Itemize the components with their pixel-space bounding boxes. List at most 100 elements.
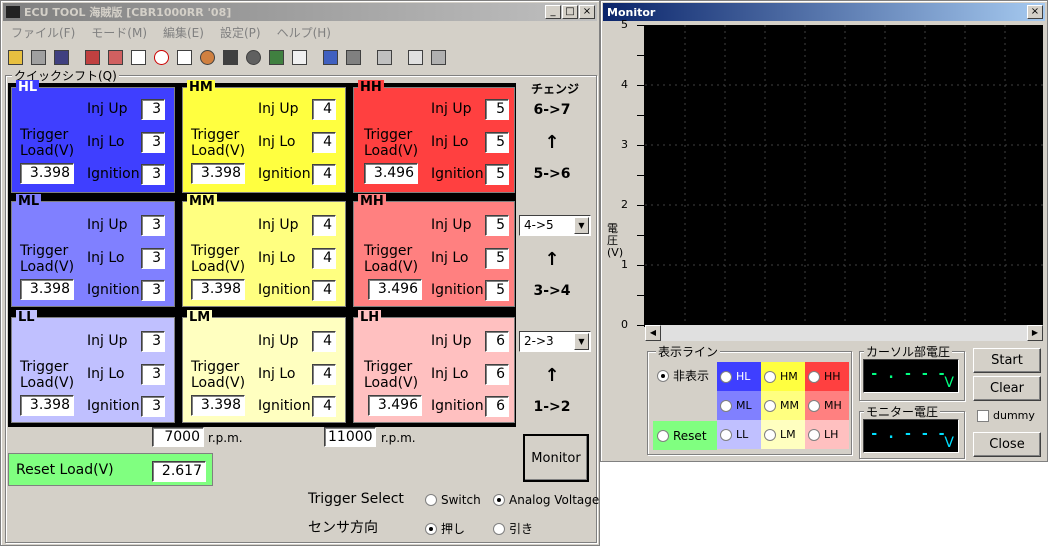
load-field[interactable]: 3.496: [364, 163, 418, 184]
doc-paste-icon[interactable]: [428, 47, 449, 68]
cell-ll: LL Inj Up 3 Trigger Load(V) Inj Lo 3 3.3…: [11, 310, 175, 423]
legend-lm[interactable]: LM: [761, 420, 805, 449]
scroll-left-icon[interactable]: ◀: [645, 325, 661, 341]
load-field[interactable]: 3.398: [20, 279, 74, 300]
inj-up-field[interactable]: 5: [485, 215, 509, 236]
chevron-down-icon[interactable]: ▼: [574, 217, 589, 234]
ignition-field[interactable]: 5: [485, 280, 509, 301]
inj-lo-field[interactable]: 6: [485, 364, 509, 385]
legend-mm[interactable]: MM: [761, 391, 805, 420]
legend-hl[interactable]: HL: [717, 362, 761, 391]
ignition-field[interactable]: 3: [141, 280, 165, 301]
rpm-low-unit: r.p.m.: [208, 431, 243, 445]
inj-lo-field[interactable]: 4: [312, 248, 336, 269]
copy-left-icon[interactable]: [320, 47, 341, 68]
load-field[interactable]: 3.398: [191, 163, 245, 184]
legend-hh[interactable]: HH: [805, 362, 849, 391]
limit-60-icon[interactable]: [151, 47, 172, 68]
close-monitor-label: Close: [989, 437, 1025, 452]
inj-lo-field[interactable]: 5: [485, 248, 509, 269]
ignition-field[interactable]: 5: [485, 164, 509, 185]
load-field[interactable]: 3.398: [191, 279, 245, 300]
legend-ml[interactable]: ML: [717, 391, 761, 420]
menu-edit[interactable]: 編集(E): [155, 24, 212, 41]
inj-up-field[interactable]: 5: [485, 99, 509, 120]
load-field[interactable]: 3.398: [20, 395, 74, 416]
inj-lo-field[interactable]: 3: [141, 132, 165, 153]
inj-up-field[interactable]: 4: [312, 331, 336, 352]
legend-hm[interactable]: HM: [761, 362, 805, 391]
maximize-button[interactable]: □: [562, 5, 578, 19]
ignition-field[interactable]: 3: [141, 164, 165, 185]
rpm-low-field[interactable]: 7000: [152, 427, 204, 447]
load-field[interactable]: 3.496: [368, 279, 422, 300]
inj-up-field[interactable]: 4: [312, 99, 336, 120]
ignition-field[interactable]: 4: [312, 396, 336, 417]
wedge-icon[interactable]: [220, 47, 241, 68]
clear-button[interactable]: Clear: [973, 376, 1041, 401]
open-icon[interactable]: [5, 47, 26, 68]
start-button[interactable]: Start: [973, 348, 1041, 373]
curve-icon[interactable]: [174, 47, 195, 68]
step-icon[interactable]: [128, 47, 149, 68]
menu-mode[interactable]: モード(M): [83, 24, 155, 41]
inj-up-field[interactable]: 3: [141, 215, 165, 236]
close-button[interactable]: ×: [1027, 5, 1043, 19]
pencil-icon[interactable]: [105, 47, 126, 68]
inj-up-field[interactable]: 6: [485, 331, 509, 352]
plot-scrollbar[interactable]: ◀ ▶: [645, 325, 1043, 341]
ignition-field[interactable]: 4: [312, 164, 336, 185]
reset-radio[interactable]: Reset: [657, 429, 707, 443]
trigger-switch-radio[interactable]: Switch: [425, 493, 481, 507]
dummy-checkbox[interactable]: dummy: [977, 409, 1035, 422]
inj-lo-field[interactable]: 4: [312, 364, 336, 385]
ignition-field[interactable]: 4: [312, 280, 336, 301]
inj-lo-field[interactable]: 3: [141, 364, 165, 385]
legend-lh[interactable]: LH: [805, 420, 849, 449]
inj-up-field[interactable]: 3: [141, 99, 165, 120]
pen-icon[interactable]: [82, 47, 103, 68]
trigger-analog-radio[interactable]: Analog Voltage: [493, 493, 599, 507]
legend-mh[interactable]: MH: [805, 391, 849, 420]
reset-load-field[interactable]: 2.617: [152, 461, 206, 482]
inj-up-label: Inj Up: [431, 217, 472, 233]
scroll-right-icon[interactable]: ▶: [1027, 325, 1043, 341]
inj-up-field[interactable]: 4: [312, 215, 336, 236]
change-select-bot[interactable]: 2->3 ▼: [519, 331, 591, 352]
inj-lo-field[interactable]: 4: [312, 132, 336, 153]
plot-area[interactable]: [645, 25, 1043, 325]
hide-radio[interactable]: 非表示: [657, 367, 709, 384]
rpm-high-field[interactable]: 11000: [324, 427, 376, 447]
load-label: Load(V): [20, 259, 75, 275]
minimize-button[interactable]: _: [545, 5, 561, 19]
report-icon[interactable]: [289, 47, 310, 68]
cone-icon[interactable]: [266, 47, 287, 68]
doc-copy-icon[interactable]: [405, 47, 426, 68]
menu-file[interactable]: ファイル(F): [3, 24, 83, 41]
inj-up-field[interactable]: 3: [141, 331, 165, 352]
sensor-pull-radio[interactable]: 引き: [493, 520, 533, 537]
menu-help[interactable]: ヘルプ(H): [269, 24, 339, 41]
blank-icon[interactable]: [28, 47, 49, 68]
legend-ll[interactable]: LL: [717, 420, 761, 449]
tree-icon[interactable]: [374, 47, 395, 68]
inj-lo-field[interactable]: 5: [485, 132, 509, 153]
inj-lo-field[interactable]: 3: [141, 248, 165, 269]
load-field[interactable]: 3.398: [20, 163, 74, 184]
start-button-label: Start: [991, 353, 1023, 368]
change-select-mid[interactable]: 4->5 ▼: [519, 215, 591, 236]
save-icon[interactable]: [51, 47, 72, 68]
gauge-icon[interactable]: [197, 47, 218, 68]
disc-icon[interactable]: [243, 47, 264, 68]
close-monitor-button[interactable]: Close: [973, 432, 1041, 457]
copy-right-icon[interactable]: [343, 47, 364, 68]
load-field[interactable]: 3.398: [191, 395, 245, 416]
close-button[interactable]: ×: [579, 5, 595, 19]
chevron-down-icon[interactable]: ▼: [574, 333, 589, 350]
monitor-button[interactable]: Monitor: [523, 434, 589, 482]
menu-settings[interactable]: 設定(P): [212, 24, 269, 41]
ignition-field[interactable]: 3: [141, 396, 165, 417]
ignition-field[interactable]: 6: [485, 396, 509, 417]
load-field[interactable]: 3.496: [368, 395, 422, 416]
sensor-push-radio[interactable]: 押し: [425, 520, 465, 537]
